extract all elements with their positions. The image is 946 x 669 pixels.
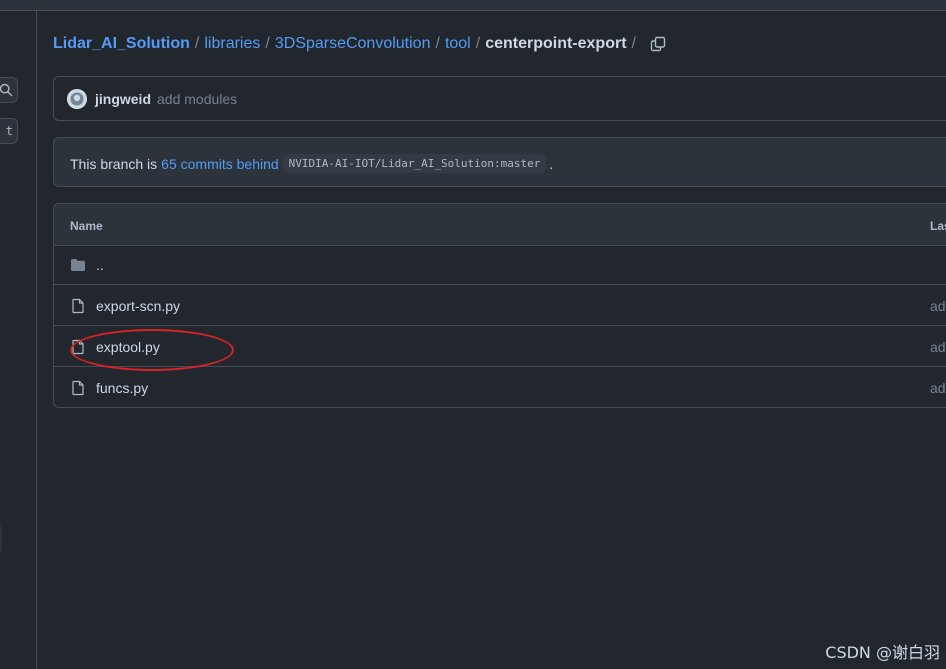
branch-status-suffix: . [549,155,554,172]
copy-path-button[interactable] [650,36,666,52]
breadcrumb-separator: / [194,35,200,52]
breadcrumb-separator: / [435,35,440,52]
commits-behind-link[interactable]: 65 commits behind [161,156,279,172]
file-name[interactable]: funcs.py [96,380,148,396]
go-to-file-button[interactable]: t [0,118,18,144]
left-panel: t [0,11,37,669]
upstream-branch-ref: NVIDIA-AI-IOT/Lidar_AI_Solution:master [282,154,547,173]
watermark: CSDN @谢白羽 [825,643,940,662]
column-header-name: Name [70,219,103,233]
table-row[interactable]: export-scn.py add [54,286,946,326]
file-commit-message[interactable]: add [930,380,946,396]
breadcrumb-current: centerpoint-export [485,35,627,52]
file-commit-message[interactable]: add [930,339,946,355]
commit-message[interactable]: add modules [157,91,237,107]
go-to-file-button-label: t [5,124,13,138]
commit-author[interactable]: jingweid [95,91,151,107]
file-name[interactable]: .. [96,257,104,273]
branch-status-prefix: This branch is [70,155,158,172]
branch-status-text: This branch is 65 commits behind NVIDIA-… [70,154,553,173]
table-header: Name Las [54,204,946,246]
top-bar [0,0,946,11]
breadcrumb-separator: / [265,35,270,52]
table-row[interactable]: funcs.py add [54,368,946,407]
file-icon [72,380,84,396]
table-row-parent-folder[interactable]: .. [54,245,946,285]
file-name[interactable]: export-scn.py [96,298,180,314]
latest-commit-bar: jingweid add modules [53,76,946,121]
breadcrumb-item-repo[interactable]: Lidar_AI_Solution [53,35,190,53]
avatar-icon [67,89,87,109]
search-button[interactable] [0,77,18,103]
table-row[interactable]: exptool.py add [54,327,946,367]
breadcrumb: Lidar_AI_Solution / libraries / 3DSparse… [53,33,666,55]
panel-edge-button[interactable] [0,525,2,553]
breadcrumb-item-tool[interactable]: tool [445,35,471,53]
search-icon [0,83,13,97]
avatar[interactable] [67,89,87,109]
column-header-last-commit: Las [930,219,946,233]
file-commit-message[interactable]: add [930,298,946,314]
file-table: Name Las .. export-scn.py add exptool.py… [53,203,946,408]
folder-icon [71,259,85,271]
file-name[interactable]: exptool.py [96,339,160,355]
file-icon [72,339,84,355]
branch-status-box: This branch is 65 commits behind NVIDIA-… [53,137,946,187]
breadcrumb-item-sparseconv[interactable]: 3DSparseConvolution [275,35,431,53]
file-icon [72,298,84,314]
copy-icon [650,36,666,52]
breadcrumb-item-libraries[interactable]: libraries [204,35,260,53]
breadcrumb-separator: / [631,35,636,52]
breadcrumb-separator: / [475,35,481,52]
